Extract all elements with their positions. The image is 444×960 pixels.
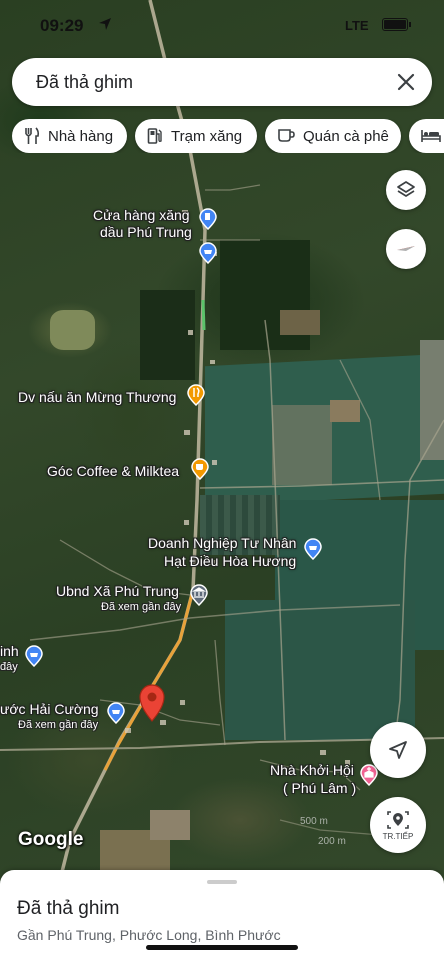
chip-restaurants[interactable]: Nhà hàng (12, 119, 127, 153)
place-recent-ubnd: Đã xem gần đây (101, 601, 182, 613)
coffee-icon (278, 129, 295, 142)
place-label-enterprise-2[interactable]: Hạt Điều Hòa Hương (164, 553, 296, 570)
government-marker-icon[interactable] (189, 584, 209, 606)
street-view-label: TR.TIẾP (382, 832, 414, 841)
secondary-road (264, 319, 286, 741)
compass-button[interactable] (386, 229, 426, 269)
chip-label: Quán cà phê (303, 127, 389, 145)
layers-icon (397, 181, 415, 197)
place-label-partial[interactable]: inh (0, 643, 19, 660)
scale-label: 500 m (300, 816, 328, 827)
navigation-arrow-icon (389, 741, 407, 759)
sheet-subtitle: Gần Phú Trung, Phước Long, Bình Phước (17, 927, 281, 943)
search-bar[interactable]: Đã thả ghim (12, 58, 432, 106)
secondary-road (29, 604, 401, 641)
category-chips: Nhà hàng Trạm xăng Quán cà phê (12, 119, 444, 153)
place-label-cafe[interactable]: Góc Coffee & Milktea (47, 463, 179, 480)
gas-station-marker-icon[interactable] (198, 208, 218, 230)
place-recent-hai-cuong: Đã xem gần đây (18, 719, 99, 731)
drag-handle[interactable] (207, 880, 237, 884)
traffic-segment (201, 299, 206, 331)
google-logo: Google (18, 829, 84, 850)
store-marker-icon[interactable] (198, 242, 218, 264)
street-view-icon (387, 811, 409, 829)
place-label-partial-2: đây (0, 661, 18, 673)
layers-button[interactable] (386, 170, 426, 210)
chip-label: Nhà hàng (48, 127, 114, 145)
shop-marker-icon[interactable] (303, 538, 323, 560)
home-indicator[interactable] (146, 945, 298, 950)
location-arrow-icon (99, 18, 111, 30)
place-label-enterprise[interactable]: Doanh Nghiệp Tư Nhân (148, 535, 296, 552)
place-label-ubnd[interactable]: Ubnd Xã Phú Trung (56, 583, 179, 600)
search-text[interactable]: Đã thả ghim (36, 72, 133, 93)
restaurant-marker-icon[interactable] (186, 384, 206, 406)
place-label-gas-station[interactable]: Cửa hàng xăng (93, 207, 190, 224)
hotel-icon (421, 130, 441, 142)
status-time: 09:29 (40, 16, 84, 35)
secondary-road (279, 819, 381, 836)
restaurant-icon (25, 127, 40, 144)
cafe-marker-icon[interactable] (190, 458, 210, 480)
place-label-gas-station-2[interactable]: dầu Phú Trung (100, 224, 192, 241)
secondary-road (339, 359, 381, 501)
street-view-button[interactable]: TR.TIẾP (370, 797, 426, 853)
my-location-button[interactable] (370, 722, 426, 778)
chip-hotels[interactable] (409, 119, 444, 153)
place-label-restaurant[interactable]: Dv nấu ăn Mừng Thương (18, 389, 176, 406)
place-label-church-2[interactable]: ( Phú Lâm ) (283, 780, 356, 797)
place-label-church[interactable]: Nhà Khởi Hội (270, 762, 354, 779)
gas-station-icon (147, 128, 162, 144)
secondary-road (394, 419, 444, 741)
network-type: LTE (345, 18, 369, 33)
secondary-road (214, 639, 226, 746)
secondary-road (205, 184, 261, 191)
shop-marker-icon[interactable] (24, 645, 44, 667)
chip-label: Trạm xăng (171, 127, 243, 145)
traffic-segment (103, 589, 195, 771)
sheet-title: Đã thả ghim (17, 898, 120, 919)
secondary-road (199, 479, 444, 489)
scale-label-2: 200 m (318, 836, 346, 847)
place-label-hai-cuong[interactable]: ước Hải Cường (0, 701, 99, 718)
chip-gas-stations[interactable]: Trạm xăng (135, 119, 257, 153)
close-icon[interactable] (394, 70, 418, 94)
chip-coffee[interactable]: Quán cà phê (265, 119, 401, 153)
battery-cap (409, 22, 411, 27)
shop-marker-icon[interactable] (106, 702, 126, 724)
battery-icon (382, 18, 408, 31)
compass-icon (397, 246, 415, 251)
dropped-pin-icon[interactable] (137, 683, 167, 723)
